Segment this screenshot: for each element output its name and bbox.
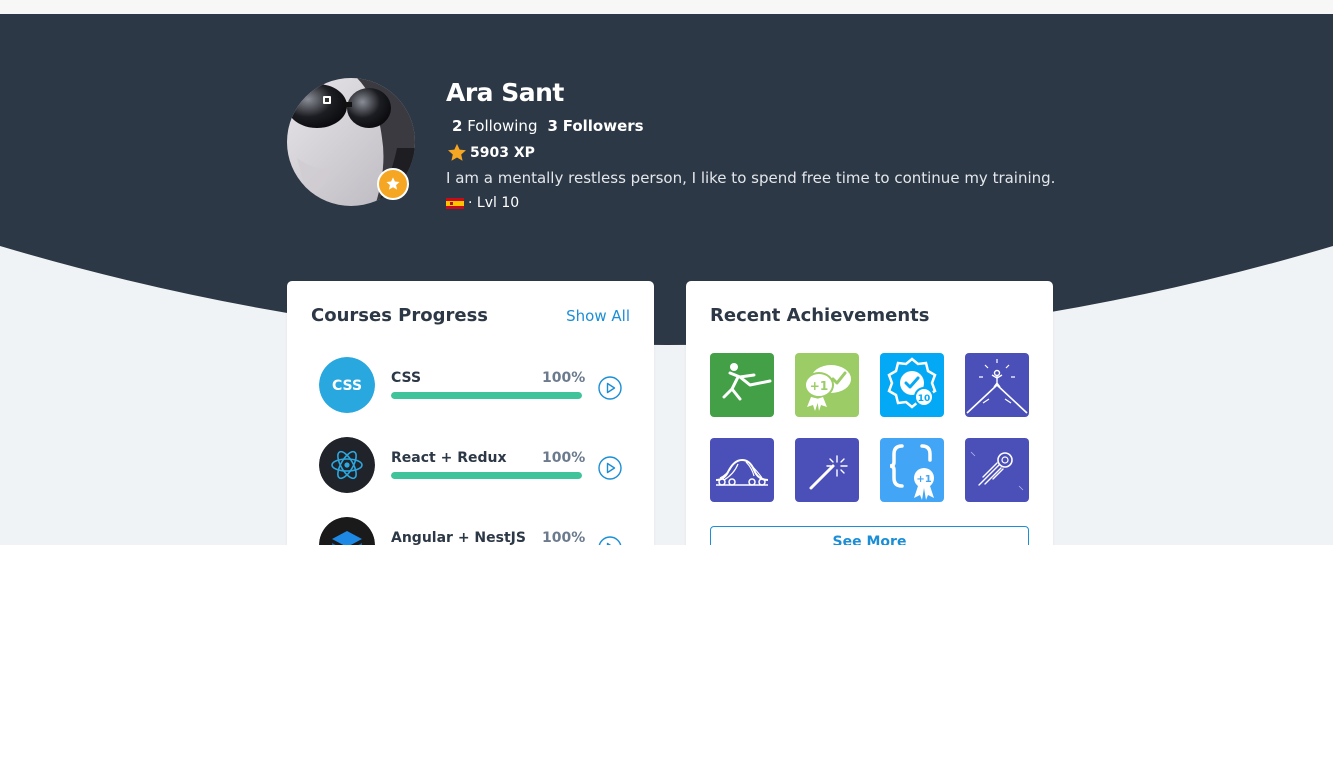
- courses-progress-card: Courses Progress Show All CSS CSS 100% R…: [287, 281, 654, 545]
- followers-count: 3: [547, 117, 558, 135]
- profile-bio: I am a mentally restless person, I like …: [446, 169, 1056, 187]
- course-name: React + Redux: [391, 450, 507, 466]
- courses-title: Courses Progress: [311, 305, 489, 326]
- recent-achievements-card: Recent Achievements +1 10 +1 See More: [686, 281, 1053, 545]
- following-count: 2: [452, 117, 463, 135]
- course-progress-fill: [391, 472, 582, 479]
- mountain-summit-badge-icon[interactable]: [965, 353, 1029, 417]
- follow-stats: 2 Following 3 Followers: [446, 117, 1055, 135]
- chat-badge-text: +1: [810, 379, 828, 393]
- course-percent: 100%: [542, 370, 586, 386]
- xp-value: 5903 XP: [470, 145, 535, 161]
- see-more-button[interactable]: See More: [710, 526, 1029, 545]
- ten-checks-badge-icon[interactable]: 10: [880, 353, 944, 417]
- chat-plus-one-badge-icon[interactable]: +1: [795, 353, 859, 417]
- spain-flag-icon: [446, 197, 464, 209]
- skier-badge-icon[interactable]: [710, 353, 774, 417]
- code-plus-one-badge-icon[interactable]: +1: [880, 438, 944, 502]
- achievements-title: Recent Achievements: [710, 305, 930, 326]
- course-progress-bar: [391, 472, 582, 479]
- rollercoaster-badge-icon[interactable]: [710, 438, 774, 502]
- course-item[interactable]: CSS CSS 100%: [319, 357, 631, 413]
- profile-info: Ara Sant 2 Following 3 Followers 5903 XP…: [446, 76, 1055, 211]
- play-icon[interactable]: [598, 376, 622, 400]
- xp-star-icon: [448, 143, 466, 161]
- course-percent: 100%: [542, 530, 586, 545]
- avatar-star-badge: [377, 168, 409, 200]
- ten-badge-text: 10: [918, 394, 931, 404]
- comet-badge-icon[interactable]: [965, 438, 1029, 502]
- level-row: · Lvl 10: [446, 195, 1055, 211]
- play-icon[interactable]: [598, 456, 622, 480]
- avatar[interactable]: [287, 78, 415, 206]
- css-icon: CSS: [319, 357, 375, 413]
- profile-name: Ara Sant: [446, 78, 564, 107]
- xp-row: 5903 XP: [446, 142, 1055, 164]
- course-item[interactable]: Angular + NestJS 100%: [319, 517, 631, 545]
- course-item[interactable]: React + Redux 100%: [319, 437, 631, 493]
- course-progress-fill: [391, 392, 582, 399]
- code-badge-text: +1: [916, 474, 931, 485]
- course-name: CSS: [391, 370, 422, 386]
- show-all-link[interactable]: Show All: [566, 307, 630, 325]
- react-icon: [319, 437, 375, 493]
- followers-link[interactable]: 3 Followers: [547, 117, 643, 135]
- magic-wand-badge-icon[interactable]: [795, 438, 859, 502]
- course-name: Angular + NestJS: [391, 530, 526, 545]
- course-percent: 100%: [542, 450, 586, 466]
- following-link[interactable]: 2 Following: [452, 117, 537, 135]
- play-icon[interactable]: [598, 536, 622, 545]
- top-strip: [0, 0, 1333, 14]
- level-label: · Lvl 10: [468, 195, 520, 211]
- star-icon: [386, 177, 400, 190]
- followers-label: Followers: [562, 117, 644, 135]
- page-viewport: Ara Sant 2 Following 3 Followers 5903 XP…: [0, 0, 1333, 545]
- following-label: Following: [467, 117, 538, 135]
- nestjs-icon: [319, 517, 375, 545]
- css-icon-text: CSS: [332, 378, 362, 394]
- course-progress-bar: [391, 392, 582, 399]
